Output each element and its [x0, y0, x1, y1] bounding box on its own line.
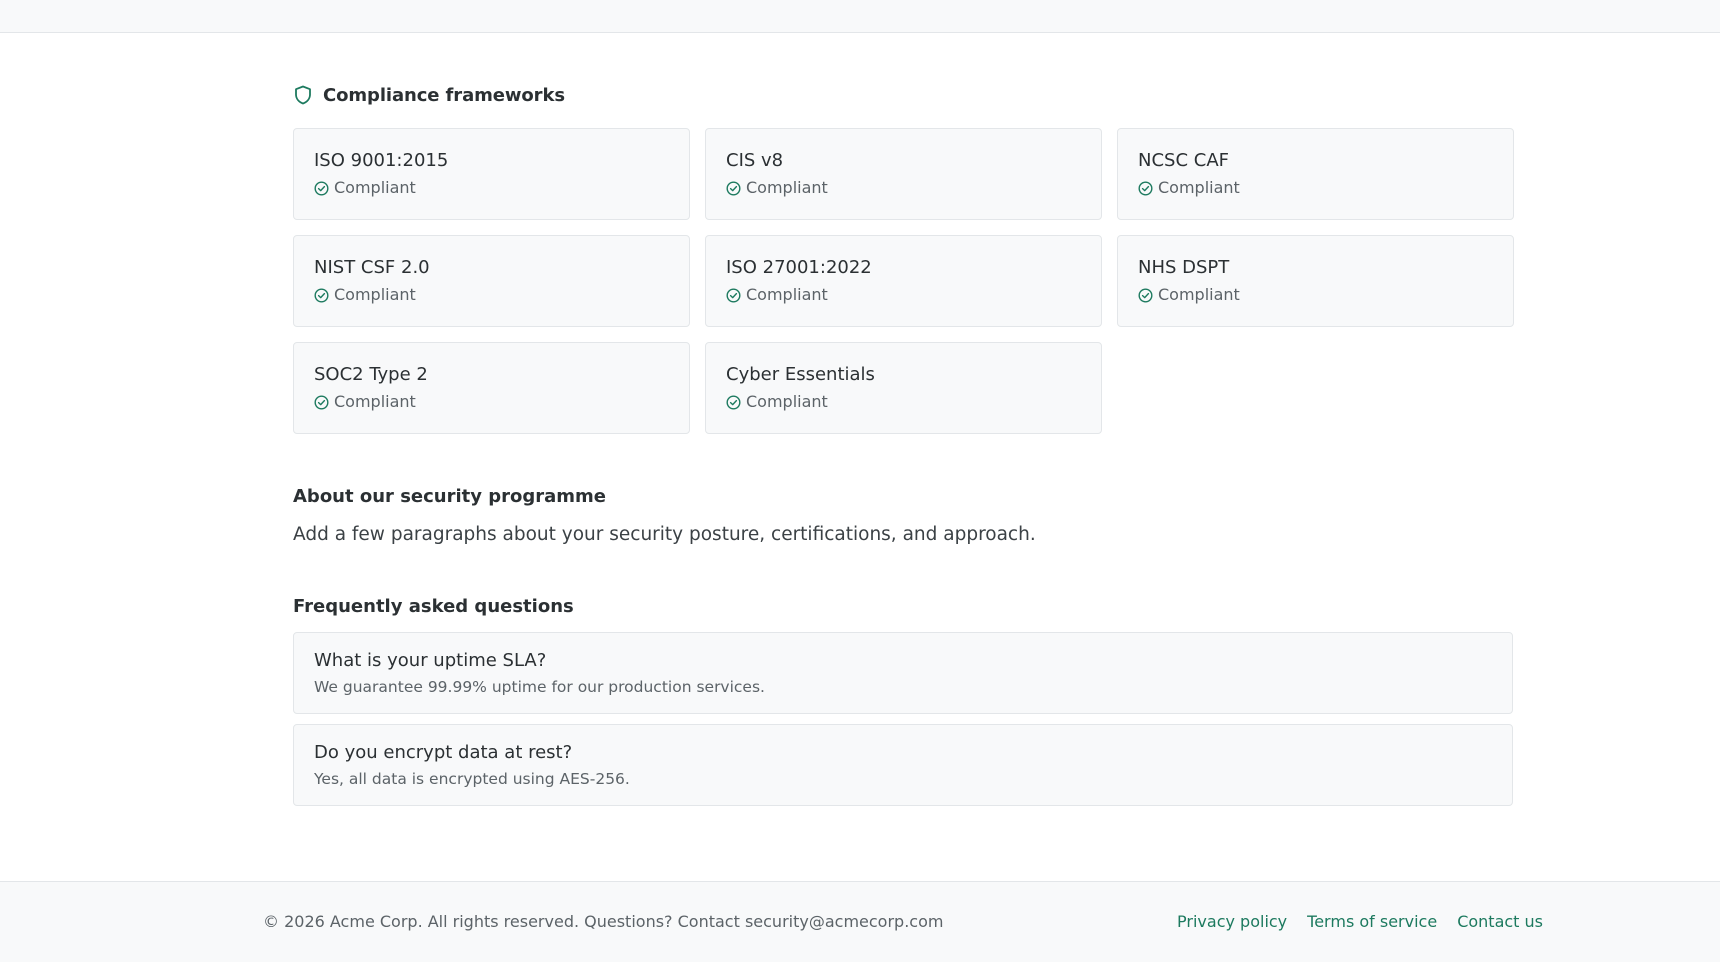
privacy-policy-link[interactable]: Privacy policy — [1177, 912, 1287, 931]
framework-name: Cyber Essentials — [726, 364, 875, 385]
framework-name: NIST CSF 2.0 — [314, 257, 430, 278]
framework-card-cis-v8: CIS v8 Compliant — [705, 128, 1102, 220]
footer: © 2026 Acme Corp. All rights reserved. Q… — [0, 881, 1720, 962]
status-badge: Compliant — [726, 392, 1081, 412]
framework-name: NHS DSPT — [1138, 257, 1230, 278]
framework-name: CIS v8 — [726, 150, 784, 171]
faq-answer: Yes, all data is encrypted using AES-256… — [314, 770, 630, 788]
framework-card-nhs-dspt: NHS DSPT Compliant — [1117, 235, 1514, 327]
check-circle-icon — [1138, 287, 1153, 303]
status-badge: Compliant — [314, 285, 669, 305]
faq-question: Do you encrypt data at rest? — [314, 742, 573, 763]
status-badge: Compliant — [314, 178, 669, 198]
about-text: Add a few paragraphs about your security… — [293, 524, 1036, 545]
footer-copyright: © 2026 Acme Corp. All rights reserved. Q… — [263, 912, 944, 931]
status-label: Compliant — [746, 392, 828, 411]
frameworks-header: Compliance frameworks — [293, 82, 1513, 108]
frameworks-title: Compliance frameworks — [323, 84, 565, 106]
status-badge: Compliant — [726, 178, 1081, 198]
framework-card-nist-csf: NIST CSF 2.0 Compliant — [293, 235, 690, 327]
check-circle-icon — [314, 180, 329, 196]
faq-answer: We guarantee 99.99% uptime for our produ… — [314, 678, 765, 696]
framework-name: ISO 27001:2022 — [726, 257, 872, 278]
contact-us-link[interactable]: Contact us — [1457, 912, 1543, 931]
framework-name: SOC2 Type 2 — [314, 364, 428, 385]
faq-list: What is your uptime SLA? We guarantee 99… — [293, 632, 1513, 806]
status-label: Compliant — [746, 285, 828, 304]
status-label: Compliant — [334, 285, 416, 304]
framework-card-iso-27001: ISO 27001:2022 Compliant — [705, 235, 1102, 327]
terms-of-service-link[interactable]: Terms of service — [1307, 912, 1437, 931]
top-bar — [0, 0, 1720, 33]
main-content: Compliance frameworks ISO 9001:2015 Comp… — [293, 82, 1514, 816]
status-label: Compliant — [746, 178, 828, 197]
about-title: About our security programme — [293, 486, 607, 507]
framework-card-cyber-essentials: Cyber Essentials Compliant — [705, 342, 1102, 434]
framework-card-ncsc-caf: NCSC CAF Compliant — [1117, 128, 1514, 220]
check-circle-icon — [726, 180, 741, 196]
check-circle-icon — [726, 287, 741, 303]
status-label: Compliant — [1158, 178, 1240, 197]
status-badge: Compliant — [1138, 285, 1493, 305]
faq-item: What is your uptime SLA? We guarantee 99… — [293, 632, 1513, 714]
frameworks-grid: ISO 9001:2015 Compliant CIS v8 Compliant… — [293, 128, 1514, 434]
faq-title: Frequently asked questions — [293, 596, 574, 617]
framework-card-soc2: SOC2 Type 2 Compliant — [293, 342, 690, 434]
status-label: Compliant — [334, 392, 416, 411]
check-circle-icon — [726, 394, 741, 410]
check-circle-icon — [314, 394, 329, 410]
check-circle-icon — [1138, 180, 1153, 196]
footer-links: Privacy policy Terms of service Contact … — [1177, 912, 1543, 931]
framework-name: NCSC CAF — [1138, 150, 1229, 171]
framework-card-iso-9001: ISO 9001:2015 Compliant — [293, 128, 690, 220]
faq-question: What is your uptime SLA? — [314, 650, 547, 671]
faq-item: Do you encrypt data at rest? Yes, all da… — [293, 724, 1513, 806]
status-label: Compliant — [1158, 285, 1240, 304]
status-badge: Compliant — [1138, 178, 1493, 198]
shield-icon — [293, 84, 313, 106]
framework-name: ISO 9001:2015 — [314, 150, 449, 171]
status-badge: Compliant — [314, 392, 669, 412]
check-circle-icon — [314, 287, 329, 303]
status-label: Compliant — [334, 178, 416, 197]
status-badge: Compliant — [726, 285, 1081, 305]
